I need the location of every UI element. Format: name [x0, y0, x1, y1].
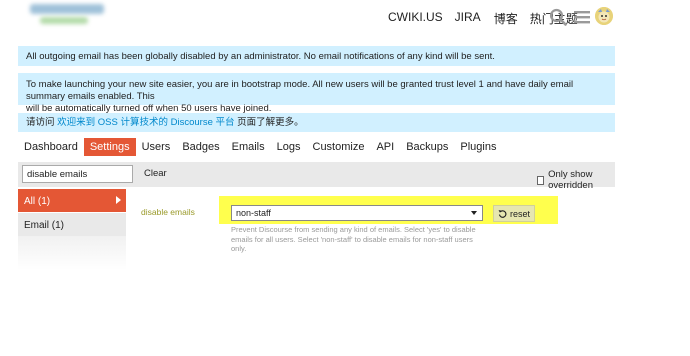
avatar-icon — [595, 7, 613, 25]
logo-subtitle-blurred — [40, 17, 88, 24]
tab-users[interactable]: Users — [136, 138, 177, 156]
tab-customize[interactable]: Customize — [307, 138, 371, 156]
setting-name: disable emails — [141, 207, 195, 217]
clear-filter-button[interactable]: Clear — [144, 168, 167, 179]
tab-logs[interactable]: Logs — [271, 138, 307, 156]
nav-link-cwiki[interactable]: CWIKI.US — [388, 10, 443, 27]
select-value: non-staff — [236, 208, 271, 218]
category-email[interactable]: Email (1) — [18, 213, 126, 236]
tab-settings[interactable]: Settings — [83, 138, 136, 156]
settings-filter-bar: Clear Only show overridden — [18, 162, 615, 191]
only-show-overridden-checkbox[interactable] — [537, 175, 545, 185]
alert-text-line1: To make launching your new site easier, … — [26, 79, 574, 102]
category-all-label: All (1) — [24, 196, 51, 207]
site-header: CWIKI.US JIRA 博客 热门主题 — [0, 0, 690, 34]
tab-dashboard[interactable]: Dashboard — [18, 138, 84, 156]
alert-text: All outgoing email has been globally dis… — [26, 51, 495, 62]
search-icon[interactable] — [549, 8, 567, 26]
tab-badges[interactable]: Badges — [176, 138, 225, 156]
logo-title-blurred — [30, 4, 104, 14]
undo-icon — [498, 210, 507, 218]
reset-label: reset — [509, 208, 530, 219]
setting-description-line1: Prevent Discourse from sending any kind … — [231, 225, 476, 234]
user-avatar[interactable] — [595, 7, 613, 25]
sidebar-fade — [18, 236, 126, 270]
settings-filter-input[interactable] — [22, 165, 133, 183]
chevron-down-icon — [471, 211, 477, 215]
settings-category-sidebar: All (1) Email (1) — [18, 189, 126, 270]
welcome-prefix: 请访问 — [26, 117, 58, 128]
tab-emails[interactable]: Emails — [226, 138, 271, 156]
only-show-overridden-label: Only show overridden — [548, 169, 593, 191]
welcome-alert: 请访问 欢迎来到 OSS 计算技术的 Discourse 平台 页面了解更多。 — [18, 113, 615, 132]
chevron-right-icon — [116, 196, 121, 204]
hamburger-menu-icon[interactable] — [573, 8, 591, 26]
site-logo[interactable] — [30, 4, 110, 26]
nav-link-blog[interactable]: 博客 — [494, 10, 518, 27]
tab-api[interactable]: API — [370, 138, 400, 156]
tab-backups[interactable]: Backups — [400, 138, 454, 156]
email-disabled-alert: All outgoing email has been globally dis… — [18, 46, 615, 66]
setting-description: Prevent Discourse from sending any kind … — [231, 225, 481, 254]
reset-button[interactable]: reset — [493, 205, 535, 222]
category-all[interactable]: All (1) — [18, 189, 126, 212]
welcome-suffix: 页面了解更多。 — [234, 117, 304, 128]
welcome-link[interactable]: 欢迎来到 OSS 计算技术的 Discourse 平台 — [57, 117, 234, 128]
bootstrap-mode-alert: To make launching your new site easier, … — [18, 73, 615, 114]
setting-description-line2: emails for all users. Select 'non-staff'… — [231, 234, 473, 254]
only-show-overridden-toggle[interactable]: Only show overridden — [537, 169, 615, 191]
category-email-label: Email (1) — [24, 220, 65, 231]
disable-emails-select[interactable]: non-staff — [231, 205, 483, 221]
admin-tabs: Dashboard Settings Users Badges Emails L… — [18, 138, 502, 156]
nav-link-jira[interactable]: JIRA — [455, 10, 481, 27]
tab-plugins[interactable]: Plugins — [454, 138, 502, 156]
